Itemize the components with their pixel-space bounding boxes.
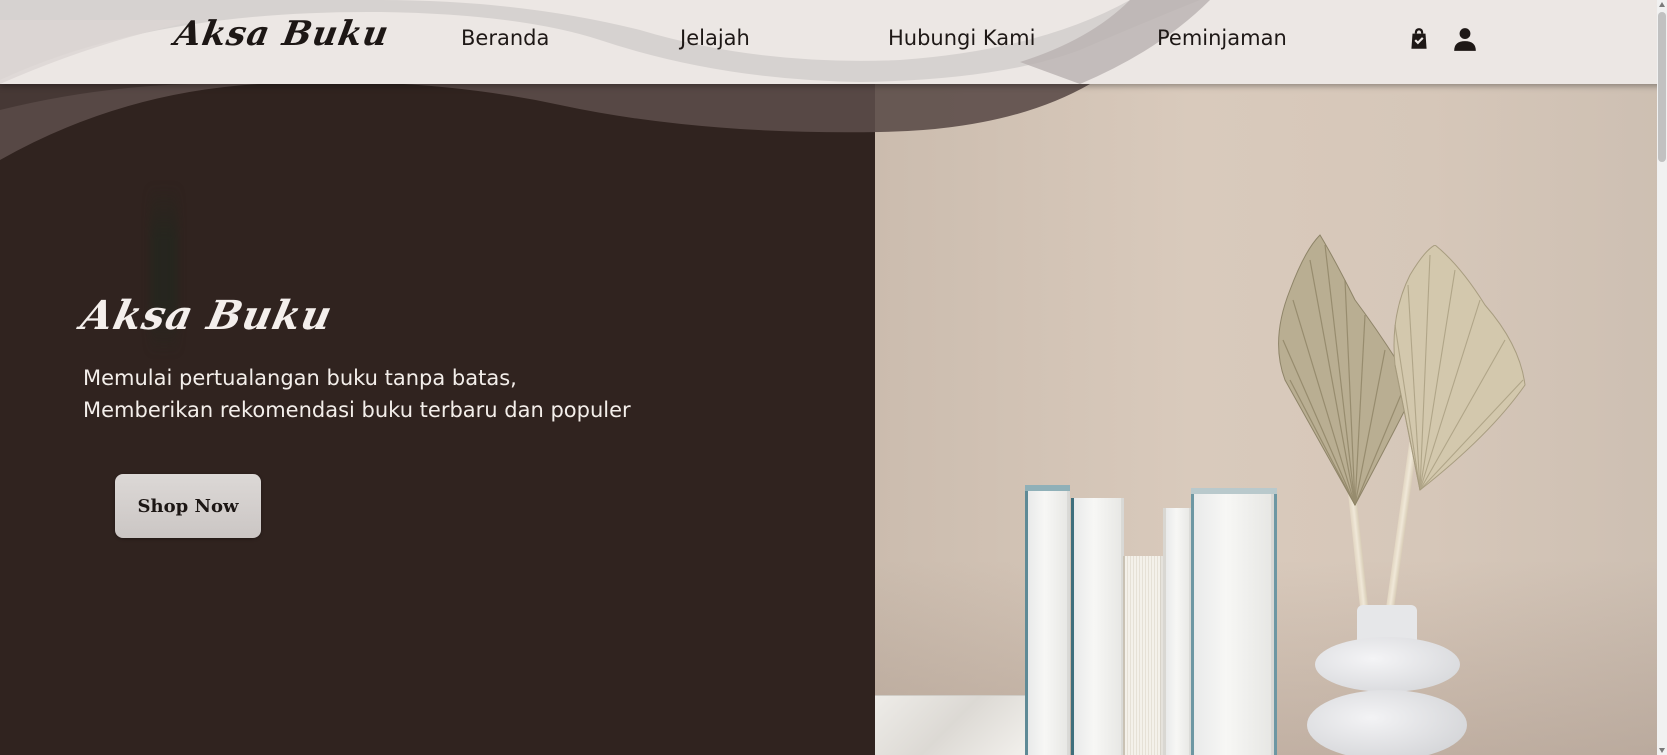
nav-link-peminjaman[interactable]: Peminjaman (1157, 26, 1287, 50)
scroll-up-icon[interactable] (1659, 2, 1665, 7)
hero-title: Aksa Buku (77, 292, 337, 339)
book (1191, 490, 1277, 755)
scroll-down-icon[interactable] (1659, 748, 1665, 753)
nav-link-jelajah[interactable]: Jelajah (680, 26, 750, 50)
user-icon[interactable] (1452, 26, 1478, 52)
book (1163, 508, 1192, 755)
book (1025, 487, 1070, 755)
hero-subtitle-line-2: Memberikan rekomendasi buku terbaru dan … (83, 398, 631, 422)
shopping-bag-icon[interactable] (1406, 26, 1432, 52)
shop-now-button[interactable]: Shop Now (115, 474, 261, 538)
vase (1305, 605, 1470, 755)
book (1071, 498, 1124, 755)
hero-photo (875, 0, 1667, 755)
page-scrollbar[interactable] (1657, 0, 1667, 755)
hero-subtitle-line-1: Memulai pertualangan buku tanpa batas, (83, 366, 517, 390)
nav-link-hubungi-kami[interactable]: Hubungi Kami (888, 26, 1035, 50)
landing-page: Aksa Buku Beranda Jelajah Hubungi Kami P… (0, 0, 1667, 755)
marble-block (875, 695, 1025, 755)
book (1123, 556, 1163, 755)
brand-logo[interactable]: Aksa Buku (171, 14, 392, 54)
scroll-thumb[interactable] (1658, 12, 1666, 162)
dried-palm-leaf (1393, 245, 1526, 491)
nav-link-beranda[interactable]: Beranda (461, 26, 549, 50)
